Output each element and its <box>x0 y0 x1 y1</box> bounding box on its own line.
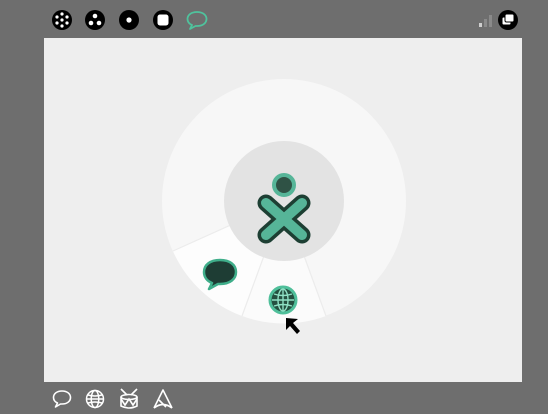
activity-view-icon[interactable] <box>152 9 174 31</box>
bottom-frame-bar <box>0 382 548 414</box>
window-switch-icon[interactable] <box>497 9 519 31</box>
browse-activity-icon[interactable] <box>268 285 298 315</box>
activity-ring <box>162 79 406 334</box>
browse-launcher-icon[interactable] <box>84 388 106 410</box>
top-frame-bar <box>0 0 548 38</box>
wireless-signal-icon[interactable] <box>478 12 494 28</box>
neighborhood-view-icon[interactable] <box>51 9 73 31</box>
home-view-icon[interactable] <box>118 9 140 31</box>
group-view-icon[interactable] <box>84 9 106 31</box>
center-disc <box>224 141 344 261</box>
home-view <box>44 38 522 382</box>
chat-activity-icon[interactable] <box>185 9 209 31</box>
sugar-frame <box>0 0 548 414</box>
write-launcher-icon[interactable] <box>151 387 175 411</box>
tamtam-launcher-icon[interactable] <box>117 387 141 411</box>
chat-launcher-icon[interactable] <box>51 388 73 410</box>
